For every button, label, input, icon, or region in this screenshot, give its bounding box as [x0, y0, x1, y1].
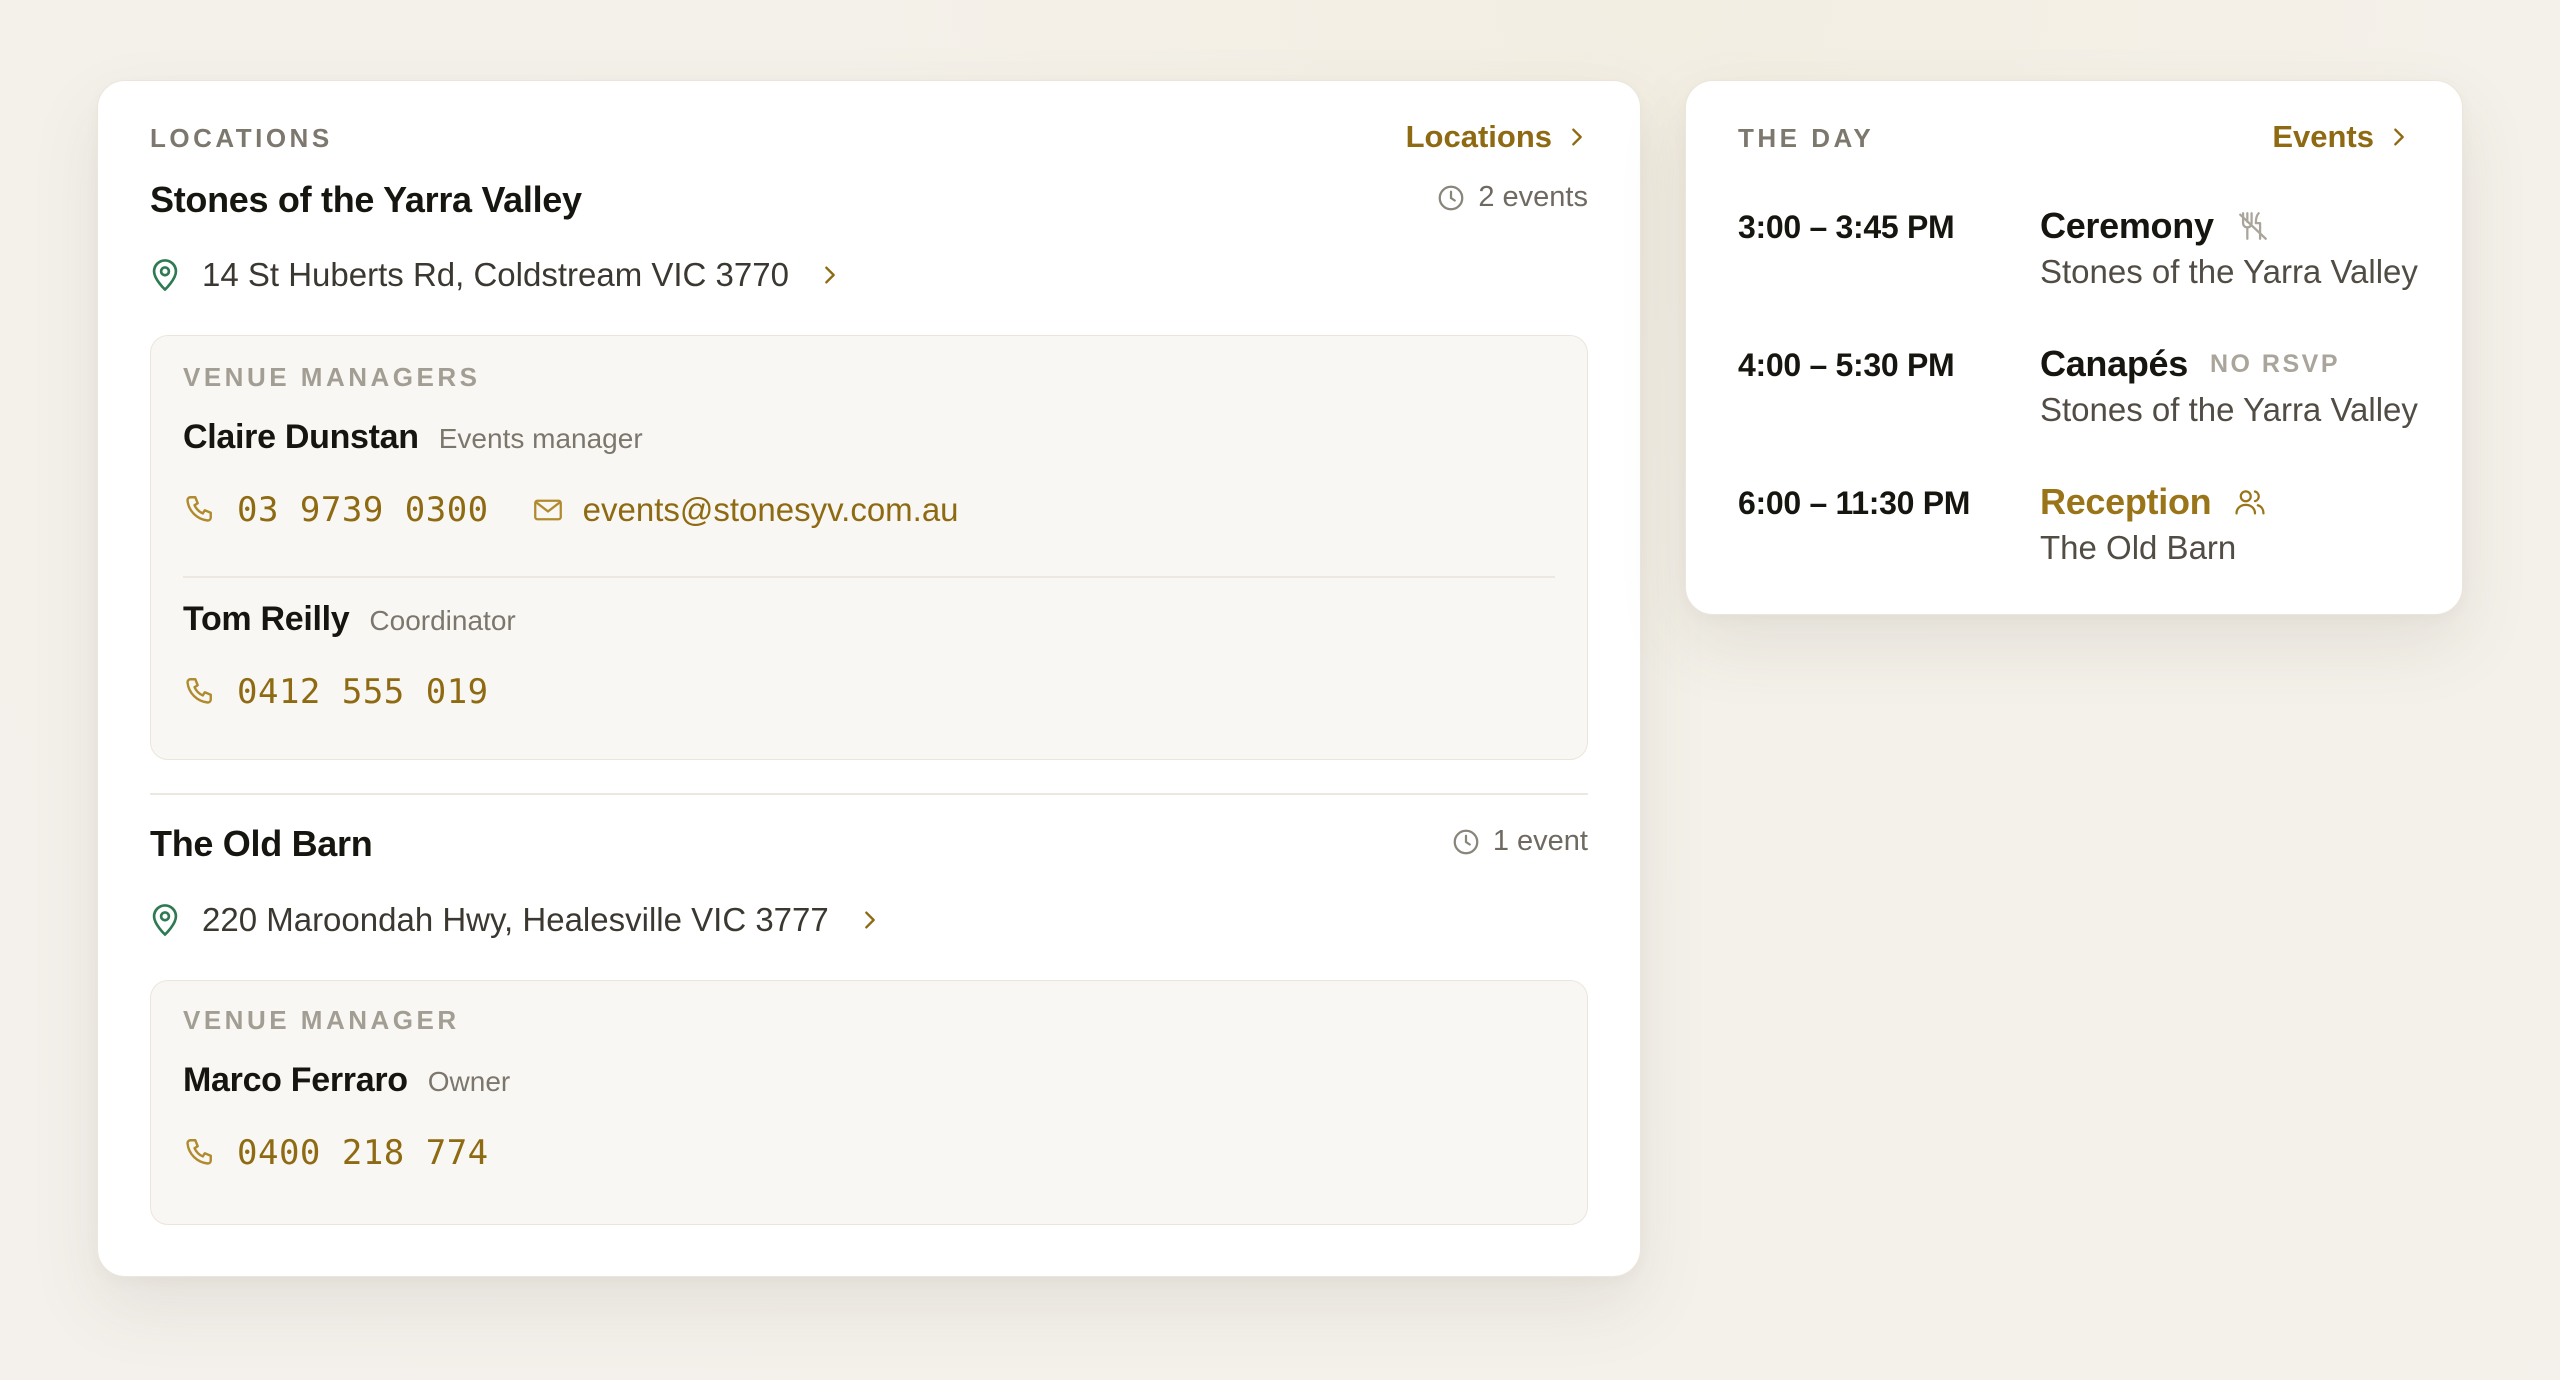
manager-contacts: 0400 218 774: [183, 1133, 489, 1173]
venue-address-link[interactable]: 220 Maroondah Hwy, Healesville VIC 3777: [150, 901, 881, 939]
venue-name: The Old Barn: [150, 823, 373, 864]
manager-role: Events manager: [438, 423, 643, 454]
event-time: 4:00 – 5:30 PM: [1738, 347, 1955, 383]
phone-icon: [186, 496, 212, 522]
locations-card: LOCATIONS Locations Stones of the Yarra …: [97, 80, 1641, 1277]
manager-name: Tom Reilly: [183, 600, 350, 638]
manager-role: Owner: [427, 1066, 511, 1097]
event-time: 3:00 – 3:45 PM: [1738, 209, 1955, 245]
chevron-right-icon: [864, 911, 875, 929]
no-food-icon: [2238, 212, 2267, 240]
manager-role: Coordinator: [369, 605, 516, 636]
events-count-label: 2 events: [1478, 181, 1588, 213]
the-day-section-label: THE DAY: [1738, 123, 1875, 153]
manager-name: Marco Ferraro: [183, 1061, 408, 1099]
chevron-right-icon: [1572, 128, 1582, 146]
manager-row: Claire Dunstan Events manager: [183, 418, 643, 457]
phone-number: 0400 218 774: [237, 1133, 489, 1173]
chevron-right-icon: [2394, 128, 2404, 146]
the-day-card: THE DAY Events 3:00 – 3:45 PM Ceremony S…: [1685, 80, 2463, 615]
venue-managers-label: VENUE MANAGERS: [183, 362, 481, 392]
chevron-right-icon: [825, 266, 835, 284]
venue-address: 14 St Huberts Rd, Coldstream VIC 3770: [202, 256, 789, 293]
locations-section-label: LOCATIONS: [150, 123, 333, 153]
clock-icon: [1438, 185, 1464, 210]
event-venue: Stones of the Yarra Valley: [2040, 391, 2418, 428]
phone-link[interactable]: 03 9739 0300: [183, 490, 489, 530]
events-link-label: Events: [2272, 119, 2374, 154]
manager-name: Claire Dunstan: [183, 418, 419, 456]
no-rsvp-badge: NO RSVP: [2209, 349, 2340, 378]
email-address: events@stonesyv.com.au: [582, 491, 959, 528]
venue-events-count: 1 event: [1451, 825, 1588, 858]
phone-number: 03 9739 0300: [237, 490, 489, 530]
guests-icon: [2235, 490, 2265, 515]
event-time: 6:00 – 11:30 PM: [1738, 485, 1971, 521]
event-venue: The Old Barn: [2040, 529, 2237, 566]
venue-address: 220 Maroondah Hwy, Healesville VIC 3777: [202, 901, 829, 938]
event-title-row[interactable]: Reception: [2040, 481, 2267, 523]
venue-events-count: 2 events: [1436, 181, 1588, 214]
venue-divider: [150, 793, 1588, 795]
manager-divider: [183, 576, 1555, 578]
manager-row: Marco Ferraro Owner: [183, 1061, 510, 1100]
email-link[interactable]: events@stonesyv.com.au: [531, 491, 959, 529]
phone-number: 0412 555 019: [237, 672, 489, 712]
phone-link[interactable]: 0400 218 774: [183, 1133, 489, 1173]
events-link[interactable]: Events: [2272, 119, 2410, 155]
event-venue: Stones of the Yarra Valley: [2040, 253, 2418, 290]
event-title: Ceremony: [2040, 205, 2214, 246]
events-count-label: 1 event: [1492, 825, 1588, 857]
map-pin-icon: [152, 904, 178, 936]
locations-link[interactable]: Locations: [1406, 119, 1588, 155]
venue-name: Stones of the Yarra Valley: [150, 179, 582, 220]
event-title-row[interactable]: Canapés NO RSVP: [2040, 343, 2340, 385]
phone-icon: [186, 678, 212, 704]
locations-link-label: Locations: [1405, 119, 1552, 154]
event-title-row[interactable]: Ceremony: [2040, 205, 2270, 247]
event-title: Canapés: [2040, 343, 2188, 384]
map-pin-icon: [152, 259, 178, 291]
clock-icon: [1453, 829, 1479, 854]
manager-row: Tom Reilly Coordinator: [183, 600, 516, 639]
venue-managers-box: VENUE MANAGERS Claire Dunstan Events man…: [150, 335, 1588, 760]
venue-address-link[interactable]: 14 St Huberts Rd, Coldstream VIC 3770: [150, 256, 841, 294]
manager-contacts: 03 9739 0300 events@stonesyv.com.au: [183, 490, 959, 530]
venue-managers-box: VENUE MANAGER Marco Ferraro Owner 0400 2…: [150, 980, 1588, 1225]
mail-icon: [533, 499, 562, 521]
event-title: Reception: [2040, 481, 2212, 522]
manager-contacts: 0412 555 019: [183, 672, 489, 712]
venue-managers-label: VENUE MANAGER: [183, 1005, 460, 1035]
phone-link[interactable]: 0412 555 019: [183, 672, 489, 712]
phone-icon: [186, 1139, 212, 1165]
